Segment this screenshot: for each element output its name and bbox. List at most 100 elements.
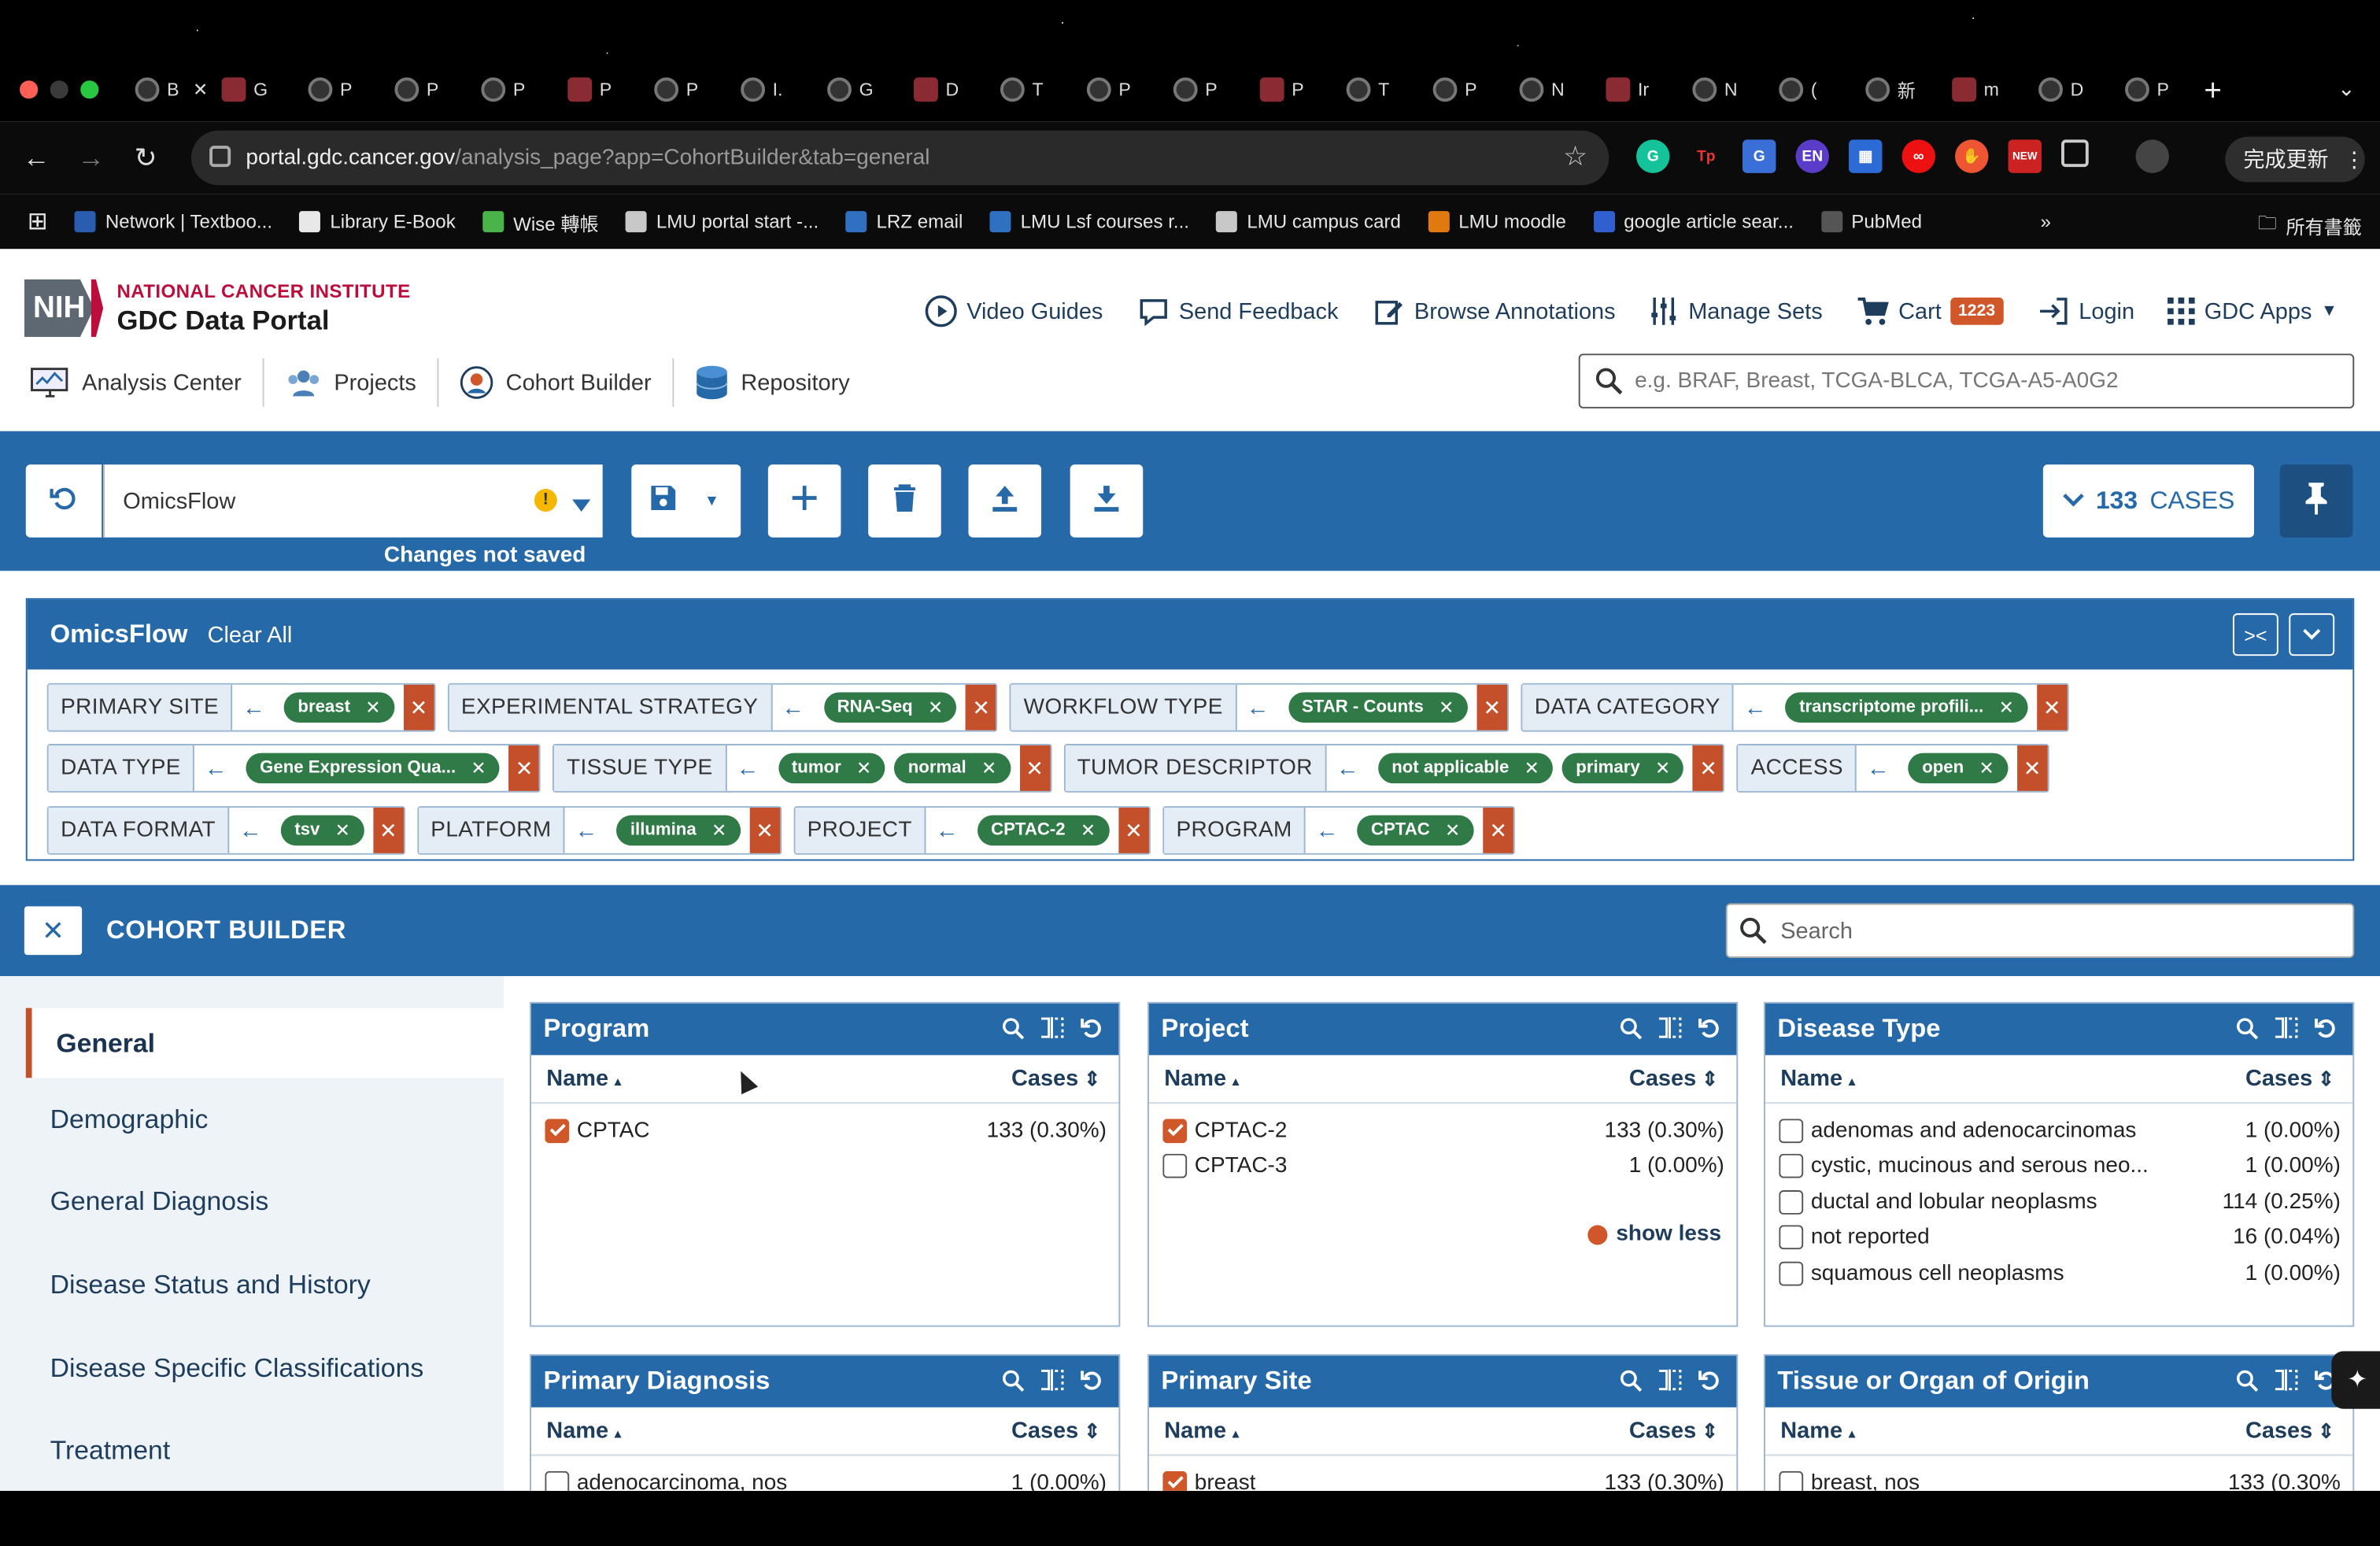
browser-tab[interactable]: P — [2120, 73, 2207, 106]
remove-filter-button[interactable]: ✕ — [1019, 745, 1050, 791]
remove-filter-button[interactable]: ✕ — [966, 684, 996, 730]
browser-tab[interactable]: G — [217, 73, 304, 106]
sort-by-name[interactable]: Name ▲ — [1780, 1418, 1857, 1444]
remove-filter-button[interactable]: ✕ — [2016, 745, 2048, 791]
grammarly-icon[interactable]: G — [1636, 139, 1670, 173]
sort-by-cases[interactable]: Cases ⇕ — [2245, 1418, 2334, 1444]
filter-value-pill[interactable]: breast ✕ — [284, 692, 395, 723]
remove-value-icon[interactable]: ✕ — [1439, 697, 1454, 718]
checkbox[interactable] — [1779, 1225, 1804, 1250]
all-bookmarks-folder[interactable]: 🗀 所有書籤 — [2258, 209, 2362, 242]
address-bar[interactable]: portal.gdc.cancer.gov/analysis_page?app=… — [191, 130, 1609, 186]
sort-by-name[interactable]: Name ▲ — [1780, 1066, 1857, 1092]
checkbox[interactable] — [1162, 1154, 1188, 1179]
bookmark-item[interactable]: Wise 轉帳 — [469, 207, 612, 236]
save-menu-caret-icon[interactable]: ▼ — [704, 493, 719, 509]
filter-value-pill[interactable]: normal ✕ — [894, 753, 1011, 784]
new-tab-icon[interactable]: + — [2204, 75, 2222, 109]
remove-value-icon[interactable]: ✕ — [928, 697, 943, 718]
arrow-left-icon[interactable]: ← — [565, 808, 608, 853]
sidebar-item[interactable]: General — [25, 1008, 504, 1078]
browser-tab[interactable]: P — [477, 73, 564, 106]
expand-filters-button[interactable] — [2289, 613, 2335, 656]
save-cohort-button[interactable]: ▼ — [631, 464, 741, 538]
nav-video-guides[interactable]: Video Guides — [924, 294, 1103, 327]
filter-value-pill[interactable]: CPTAC-2 ✕ — [977, 815, 1110, 846]
show-less-button[interactable]: show less — [1587, 1222, 1721, 1246]
bookmark-item[interactable]: LMU moodle — [1414, 211, 1580, 233]
nav-manage-sets[interactable]: Manage Sets — [1649, 294, 1823, 327]
extension-hand-icon[interactable]: ✋ — [1955, 139, 1989, 173]
flip-chart-icon[interactable] — [2274, 1015, 2298, 1040]
browser-tab[interactable]: G — [822, 73, 909, 106]
checkbox[interactable] — [1162, 1118, 1188, 1143]
remove-filter-button[interactable]: ✕ — [1693, 745, 1724, 791]
remove-filter-button[interactable]: ✕ — [2036, 684, 2068, 730]
bookmark-item[interactable]: LRZ email — [833, 211, 977, 233]
profile-avatar[interactable] — [2135, 139, 2169, 173]
facet-search-icon[interactable] — [1620, 1015, 1643, 1040]
sidebar-item[interactable]: Disease Specific Classifications — [0, 1326, 504, 1409]
quick-search-input[interactable]: e.g. BRAF, Breast, TCGA-BLCA, TCGA-A5-A0… — [1578, 353, 2355, 409]
facet-option[interactable]: ductal and lobular neoplasms — [1779, 1189, 2097, 1215]
remove-value-icon[interactable]: ✕ — [981, 757, 996, 779]
arrow-left-icon[interactable]: ← — [772, 685, 815, 730]
browser-tab[interactable]: P — [1255, 73, 1342, 106]
filter-value-pill[interactable]: Gene Expression Qua... ✕ — [246, 753, 501, 784]
sort-by-name[interactable]: Name ▲ — [1164, 1418, 1241, 1444]
facet-option[interactable]: CPTAC-2 — [1162, 1118, 1287, 1143]
export-cohort-button[interactable] — [1070, 464, 1144, 538]
nav-gdc-apps[interactable]: GDC Apps ▼ — [2168, 298, 2338, 325]
back-icon[interactable]: ← — [9, 142, 64, 174]
browser-tab[interactable]: ( — [1775, 73, 1861, 106]
subnav-analysis-center[interactable]: Analysis Center — [31, 358, 264, 407]
browser-tab[interactable]: N — [1688, 73, 1775, 106]
filter-key[interactable]: TUMOR DESCRIPTOR — [1065, 745, 1327, 791]
bookmark-item[interactable]: google article sear... — [1580, 211, 1807, 233]
remove-value-icon[interactable]: ✕ — [335, 819, 350, 841]
filter-key[interactable]: DATA FORMAT — [48, 808, 230, 853]
browser-tab[interactable]: B ✕ — [131, 73, 217, 106]
filter-key[interactable]: ACCESS — [1739, 745, 1857, 791]
reset-icon[interactable] — [2313, 1015, 2338, 1040]
browser-tab[interactable]: D — [2034, 73, 2120, 106]
sort-by-name[interactable]: Name ▲ — [1164, 1066, 1241, 1092]
subnav-projects[interactable]: Projects — [264, 358, 439, 407]
facet-option[interactable]: cystic, mucinous and serous neo... — [1779, 1154, 2149, 1179]
extension-new-icon[interactable]: NEW — [2008, 139, 2042, 173]
filter-key[interactable]: EXPERIMENTAL STRATEGY — [449, 684, 772, 730]
checkbox[interactable] — [1779, 1261, 1804, 1286]
gdc-logo[interactable]: NIH NATIONAL CANCER INSTITUTE GDC Data P… — [24, 279, 411, 338]
filter-key[interactable]: DATA TYPE — [48, 745, 195, 791]
translate-icon[interactable]: G — [1743, 139, 1776, 173]
arrow-left-icon[interactable]: ← — [1306, 808, 1348, 853]
zoom-window-icon[interactable] — [80, 80, 99, 99]
remove-value-icon[interactable]: ✕ — [1081, 819, 1096, 841]
subnav-cohort-builder[interactable]: Cohort Builder — [439, 358, 674, 407]
flip-chart-icon[interactable] — [1658, 1368, 1682, 1393]
site-info-icon[interactable] — [209, 146, 231, 168]
facet-search-icon[interactable] — [1002, 1015, 1025, 1040]
cohort-select[interactable]: OmicsFlow ! — [103, 464, 603, 538]
remove-value-icon[interactable]: ✕ — [1979, 757, 1994, 779]
filter-value-pill[interactable]: primary ✕ — [1561, 753, 1684, 784]
browser-tab[interactable]: T — [1342, 73, 1428, 106]
filter-key[interactable]: PRIMARY SITE — [48, 684, 233, 730]
browser-tab[interactable]: P — [304, 73, 390, 106]
filter-key[interactable]: PROJECT — [795, 808, 926, 853]
filter-value-pill[interactable]: CPTAC ✕ — [1357, 815, 1474, 846]
apps-grid-icon[interactable]: ⊞ — [0, 206, 61, 237]
extension-grid-icon[interactable]: ▦ — [1849, 139, 1883, 173]
facet-search-icon[interactable] — [1002, 1368, 1025, 1393]
browser-tab[interactable]: N — [1515, 73, 1602, 106]
filter-value-pill[interactable]: RNA-Seq ✕ — [823, 692, 957, 723]
nav-browse-annotations[interactable]: Browse Annotations — [1372, 294, 1616, 327]
arrow-left-icon[interactable]: ← — [926, 808, 968, 853]
bookmark-star-icon[interactable]: ☆ — [1563, 141, 1587, 173]
extension-en-icon[interactable]: EN — [1795, 139, 1829, 173]
facet-search-icon[interactable] — [1620, 1368, 1643, 1393]
close-builder-button[interactable]: ✕ — [24, 906, 83, 956]
facet-option[interactable]: CPTAC-3 — [1162, 1154, 1287, 1179]
filter-key[interactable]: WORKFLOW TYPE — [1011, 684, 1237, 730]
remove-value-icon[interactable]: ✕ — [1655, 757, 1670, 779]
